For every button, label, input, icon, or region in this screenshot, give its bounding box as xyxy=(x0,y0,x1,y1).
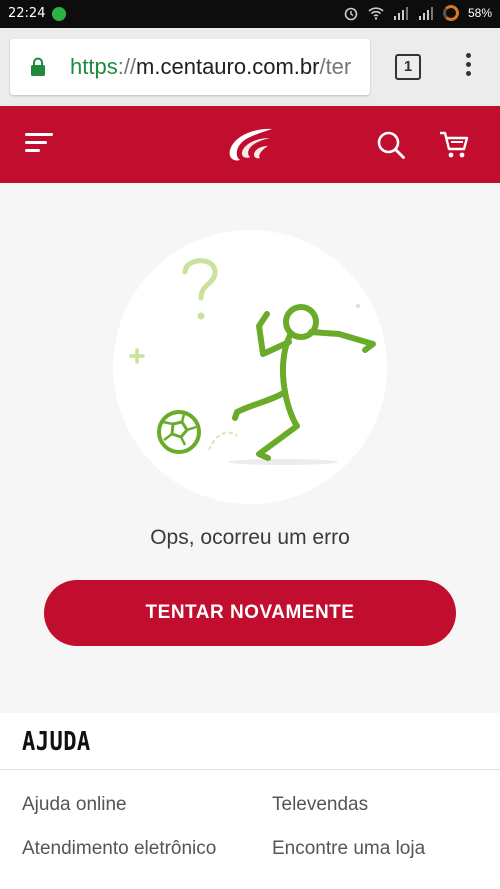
alarm-icon xyxy=(344,7,358,21)
browser-toolbar: https://m.centauro.com.br/ter 1 xyxy=(0,28,500,106)
status-time: 22:24 xyxy=(8,6,46,21)
error-message: Ops, ocorreu um erro xyxy=(150,526,350,549)
help-link-ajuda-online[interactable]: Ajuda online xyxy=(22,793,127,816)
battery-icon xyxy=(442,5,459,21)
tab-switcher-button[interactable]: 1 xyxy=(395,54,421,80)
search-icon[interactable] xyxy=(376,130,406,160)
help-link-atendimento-eletronico[interactable]: Atendimento eletrônico xyxy=(22,837,222,860)
app-header xyxy=(0,106,500,183)
cart-icon[interactable] xyxy=(438,129,470,161)
help-link-televendas[interactable]: Televendas xyxy=(272,793,368,816)
menu-icon[interactable] xyxy=(25,133,53,155)
divider xyxy=(0,769,500,770)
help-title: AJUDA xyxy=(22,727,91,757)
retry-button[interactable]: TENTAR NOVAMENTE xyxy=(44,580,456,646)
url-text: https://m.centauro.com.br/ter xyxy=(70,54,351,80)
url-host: m.centauro.com.br xyxy=(136,54,320,79)
signal-icon xyxy=(393,7,408,20)
help-link-encontre-uma-loja[interactable]: Encontre uma loja xyxy=(272,837,425,860)
spotify-icon xyxy=(52,7,66,21)
wifi-icon xyxy=(368,7,384,20)
address-bar[interactable]: https://m.centauro.com.br/ter xyxy=(10,39,370,95)
status-bar: 22:24 58% xyxy=(0,0,500,28)
error-illustration xyxy=(113,230,387,504)
url-separator: :// xyxy=(117,54,137,79)
centauro-logo[interactable] xyxy=(226,126,274,164)
lock-icon xyxy=(31,57,45,76)
battery-level: 58% xyxy=(467,6,492,20)
help-section: AJUDA Ajuda online Televendas Atendiment… xyxy=(0,713,500,889)
status-icons: 58% xyxy=(343,5,492,21)
signal-icon-2 xyxy=(418,7,433,20)
url-path: /ter xyxy=(319,54,352,79)
error-page: Ops, ocorreu um erro TENTAR NOVAMENTE xyxy=(0,183,500,713)
url-scheme: https xyxy=(70,54,118,79)
browser-menu-icon[interactable] xyxy=(462,53,474,81)
